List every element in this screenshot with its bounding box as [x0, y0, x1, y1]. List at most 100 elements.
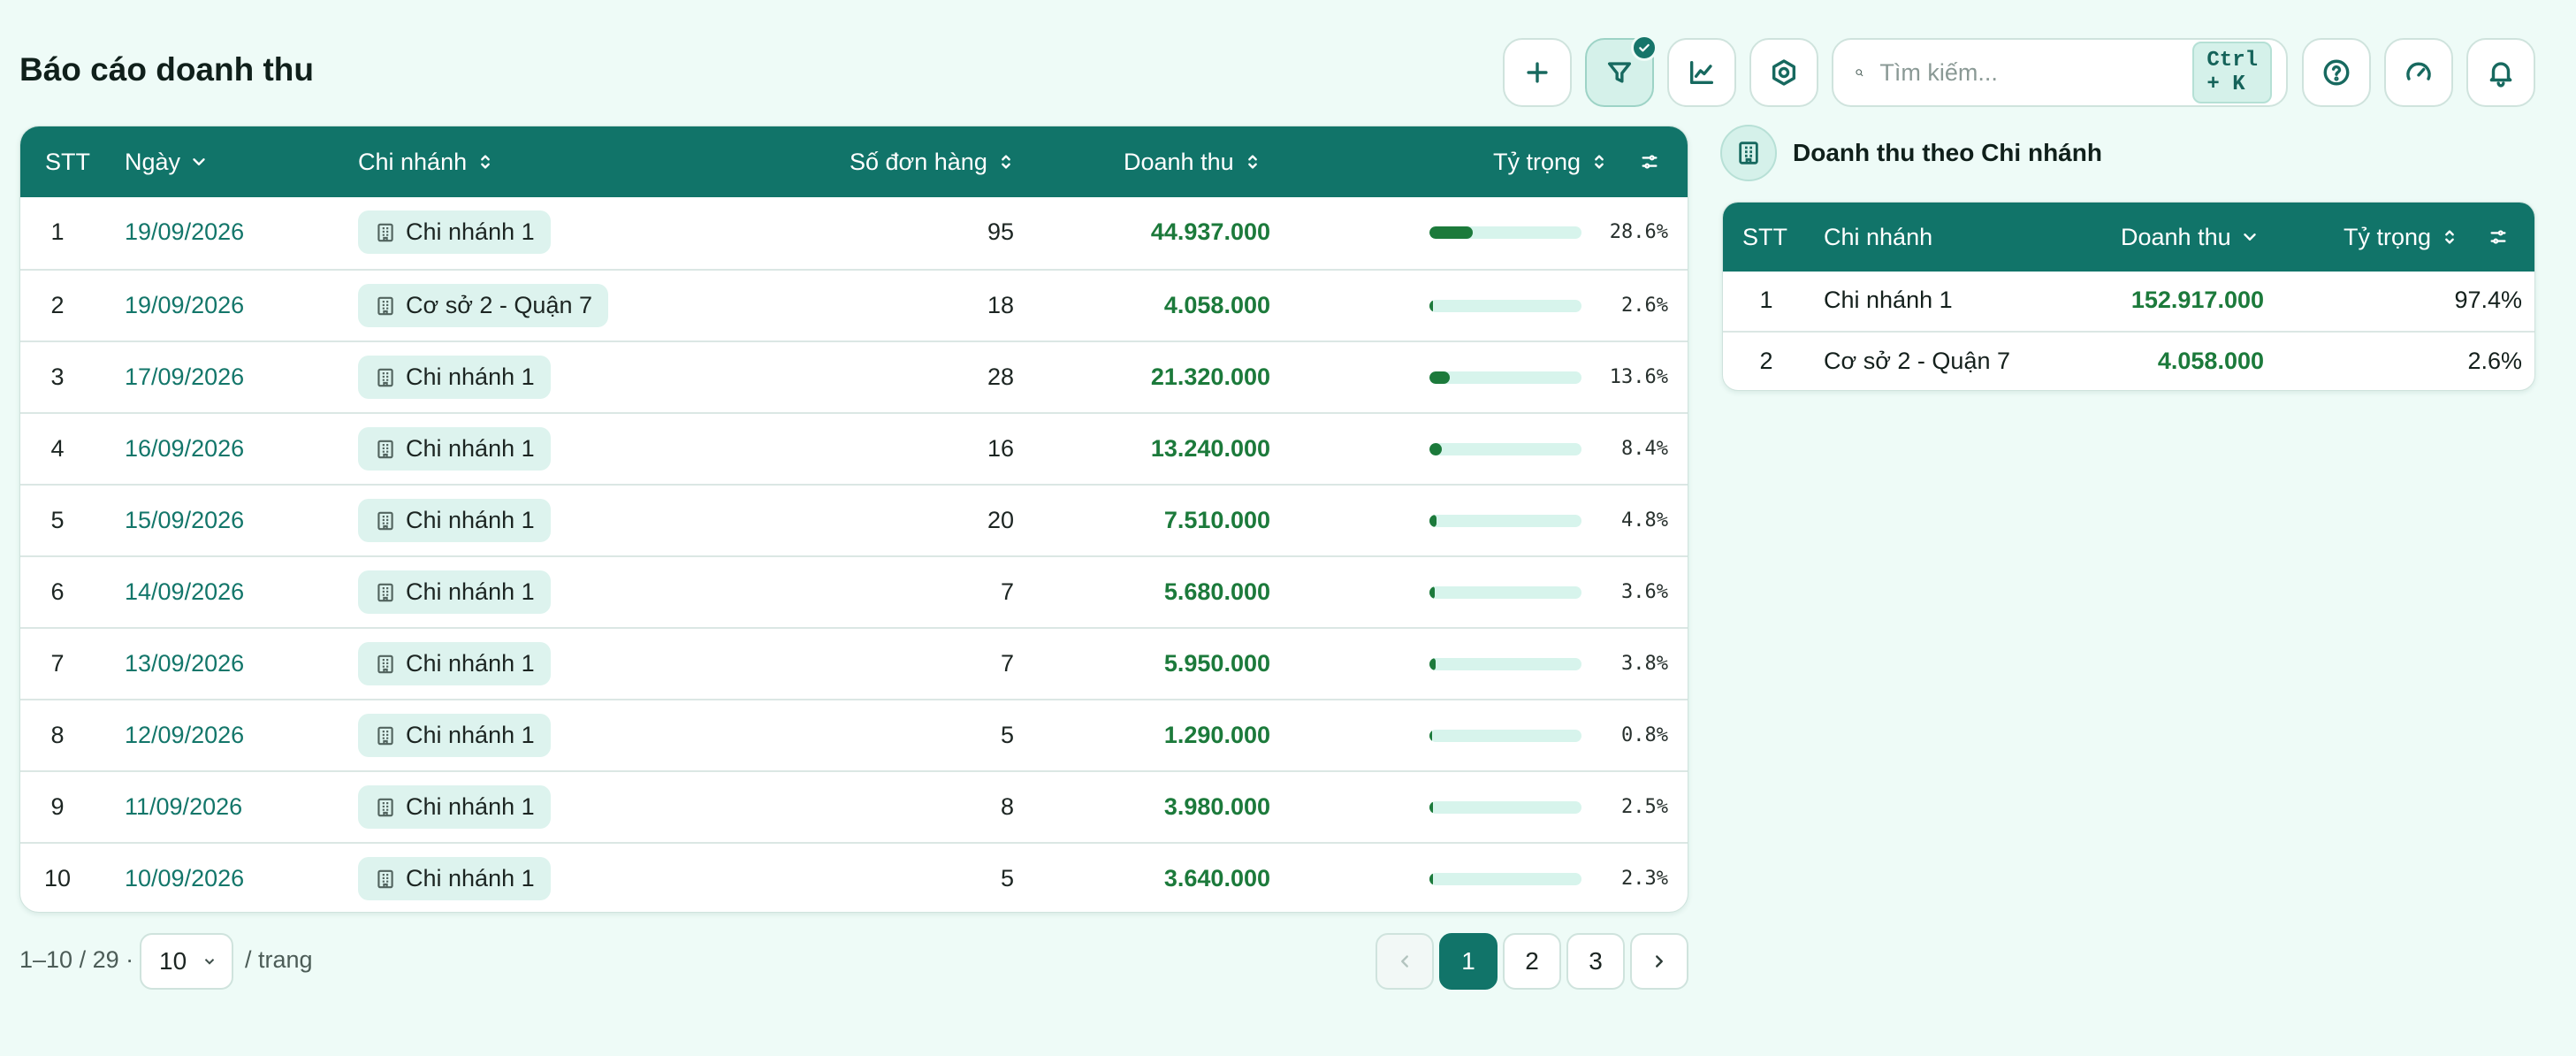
cell-branch: Cơ sở 2 - Quận 7	[358, 271, 608, 341]
branch-chip[interactable]: Cơ sở 2 - Quận 7	[358, 284, 608, 327]
page-size-value: 10	[159, 947, 187, 975]
chart-button[interactable]	[1667, 38, 1736, 107]
branch-chip[interactable]: Chi nhánh 1	[358, 499, 551, 542]
side-column-settings-button[interactable]	[2488, 203, 2508, 272]
cell-stt: 6	[50, 578, 65, 605]
dashboard-button[interactable]	[2384, 38, 2453, 107]
page-size-select[interactable]: 10	[140, 933, 233, 990]
column-revenue[interactable]: Doanh thu	[1124, 126, 1262, 197]
cell-branch: Chi nhánh 1	[358, 486, 551, 555]
side-panel-title: Doanh thu theo Chi nhánh	[1793, 139, 2102, 166]
cell-share: 3.8%	[1429, 629, 1668, 699]
prev-page-button[interactable]	[1376, 933, 1434, 990]
side-column-revenue[interactable]: Doanh thu	[2121, 203, 2260, 272]
side-cell-branch: Cơ sở 2 - Quận 7	[1824, 348, 2010, 374]
cell-orders: 7	[1000, 578, 1014, 605]
cell-stt: 8	[50, 722, 65, 748]
share-bar	[1429, 585, 1581, 599]
share-bar-fill	[1429, 729, 1432, 742]
branch-chip[interactable]: Chi nhánh 1	[358, 210, 551, 254]
cell-revenue: 1.290.000	[1163, 722, 1270, 748]
page-button-1[interactable]: 1	[1439, 933, 1498, 990]
cell-date[interactable]: 13/09/2026	[125, 629, 244, 699]
side-table-row[interactable]: 2 Cơ sở 2 - Quận 7 4.058.000 2.6%	[1723, 331, 2534, 390]
share-bar	[1429, 800, 1581, 814]
building-icon	[377, 654, 393, 673]
building-icon	[377, 368, 393, 386]
table-row[interactable]: 1 19/09/2026 Chi nhánh 1 95 44.937.000 28.6%	[20, 197, 1688, 269]
sliders-icon	[2490, 230, 2506, 244]
cell-share: 13.6%	[1429, 342, 1668, 412]
table-row[interactable]: 7 13/09/2026 Chi nhánh 1 7 5.950.000 3.8%	[20, 627, 1688, 699]
column-date[interactable]: Ngày	[125, 126, 209, 197]
table-row[interactable]: 9 11/09/2026 Chi nhánh 1 8 3.980.000 2.5%	[20, 770, 1688, 842]
cell-date[interactable]: 14/09/2026	[125, 557, 244, 627]
branch-chip[interactable]: Chi nhánh 1	[358, 427, 551, 471]
share-bar	[1429, 872, 1581, 885]
branch-revenue-table: STT Chi nhánh Doanh thu Tỷ trọng 1 Chi nh…	[1722, 202, 2535, 391]
cell-orders: 5	[1000, 722, 1014, 748]
cell-date[interactable]: 16/09/2026	[125, 414, 244, 484]
cell-stt: 5	[50, 507, 65, 533]
branch-chip[interactable]: Chi nhánh 1	[358, 785, 551, 829]
cell-date[interactable]: 15/09/2026	[125, 486, 244, 555]
branch-chip[interactable]: Chi nhánh 1	[358, 570, 551, 614]
branch-chip[interactable]: Chi nhánh 1	[358, 642, 551, 685]
column-share[interactable]: Tỷ trọng	[1493, 126, 1609, 197]
table-row[interactable]: 3 17/09/2026 Chi nhánh 1 28 21.320.000 13.6%	[20, 341, 1688, 412]
search-input[interactable]	[1879, 58, 2193, 87]
share-bar-fill	[1429, 514, 1437, 527]
cell-branch: Chi nhánh 1	[358, 700, 551, 770]
table-row[interactable]: 10 10/09/2026 Chi nhánh 1 5 3.640.000 2.3%	[20, 842, 1688, 912]
add-button[interactable]	[1503, 38, 1572, 107]
branch-chip[interactable]: Chi nhánh 1	[358, 857, 551, 900]
side-table-row[interactable]: 1 Chi nhánh 1 152.917.000 97.4%	[1723, 272, 2534, 331]
page-button-3[interactable]: 3	[1566, 933, 1625, 990]
table-row[interactable]: 5 15/09/2026 Chi nhánh 1 20 7.510.000 4.8%	[20, 484, 1688, 555]
cell-share: 0.8%	[1429, 700, 1668, 770]
column-settings-button[interactable]	[1640, 126, 1659, 197]
table-row[interactable]: 4 16/09/2026 Chi nhánh 1 16 13.240.000 8.4%	[20, 412, 1688, 484]
side-column-share[interactable]: Tỷ trọng	[2344, 203, 2459, 272]
column-branch[interactable]: Chi nhánh	[358, 126, 495, 197]
branch-chip[interactable]: Chi nhánh 1	[358, 356, 551, 399]
share-bar	[1429, 226, 1581, 239]
cell-branch: Chi nhánh 1	[358, 772, 551, 842]
page-size-unit: / trang	[245, 946, 313, 973]
share-bar	[1429, 729, 1581, 742]
cell-date[interactable]: 19/09/2026	[125, 271, 244, 341]
sliders-icon	[1642, 155, 1658, 169]
cell-date[interactable]: 12/09/2026	[125, 700, 244, 770]
share-bar	[1429, 371, 1581, 384]
filter-icon	[1607, 62, 1632, 83]
cell-stt: 10	[43, 865, 72, 891]
cell-date[interactable]: 19/09/2026	[125, 197, 244, 267]
next-page-button[interactable]	[1630, 933, 1688, 990]
branch-chip[interactable]: Chi nhánh 1	[358, 714, 551, 757]
table-row[interactable]: 6 14/09/2026 Chi nhánh 1 7 5.680.000 3.6%	[20, 555, 1688, 627]
side-column-stt: STT	[1742, 223, 1787, 250]
help-button[interactable]	[2302, 38, 2371, 107]
cell-orders: 95	[987, 218, 1014, 245]
page-button-2[interactable]: 2	[1503, 933, 1561, 990]
cell-revenue: 5.950.000	[1163, 650, 1270, 677]
filter-active-badge	[1631, 34, 1658, 61]
cell-branch: Chi nhánh 1	[358, 414, 551, 484]
cell-branch: Chi nhánh 1	[358, 342, 551, 412]
cell-date[interactable]: 10/09/2026	[125, 844, 244, 912]
cell-revenue: 13.240.000	[1150, 435, 1270, 462]
cell-date[interactable]: 11/09/2026	[125, 772, 242, 842]
cell-stt: 1	[50, 218, 65, 245]
filter-button[interactable]	[1585, 34, 1658, 107]
table-row[interactable]: 8 12/09/2026 Chi nhánh 1 5 1.290.000 0.8%	[20, 699, 1688, 770]
column-orders[interactable]: Số đơn hàng	[850, 126, 1016, 197]
search-box[interactable]: Ctrl + K	[1832, 38, 2288, 107]
settings-button[interactable]	[1749, 38, 1818, 107]
share-bar-fill	[1429, 657, 1436, 670]
share-bar	[1429, 657, 1581, 670]
cell-date[interactable]: 17/09/2026	[125, 342, 244, 412]
share-bar	[1429, 299, 1581, 312]
sort-icon	[481, 155, 490, 169]
table-row[interactable]: 2 19/09/2026 Cơ sở 2 - Quận 7 18 4.058.000 2.…	[20, 269, 1688, 341]
notifications-button[interactable]	[2466, 38, 2535, 107]
